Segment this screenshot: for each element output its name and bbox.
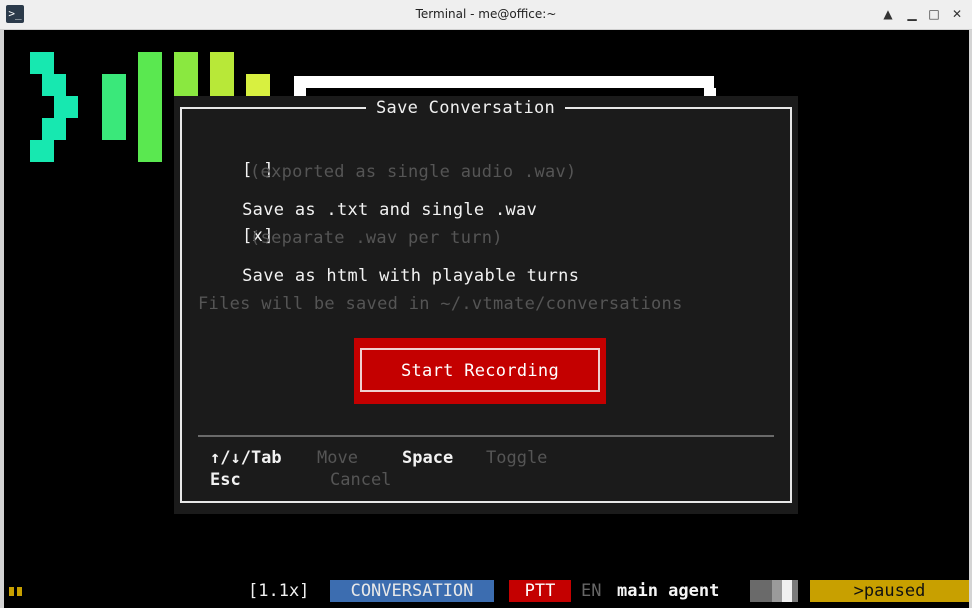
option-html-turns-hint: (separate .wav per turn) [250, 228, 503, 248]
minimize-button[interactable]: ▁ [904, 6, 920, 22]
window-titlebar[interactable]: >_ Terminal - me@office:~ ▲ ▁ □ ✕ [0, 0, 972, 30]
shortcut-cancel-action: Cancel [330, 470, 392, 490]
option-html-turns-label: Save as html with playable turns [242, 266, 580, 286]
ptt-badge[interactable]: PTT [509, 580, 571, 602]
shortcut-toggle-key: Space [402, 448, 454, 468]
activity-indicator-icon-2 [17, 587, 22, 596]
agent-name[interactable]: main agent [617, 580, 719, 602]
terminal-area[interactable]: Save Conversation [ ] Save as .txt and s… [4, 30, 969, 608]
shortcut-move-action: Move [317, 448, 358, 468]
dialog-title: Save Conversation [366, 96, 566, 120]
activity-indicator-icon [9, 587, 14, 596]
shortcut-toggle-action: Toggle [486, 448, 548, 468]
language-indicator[interactable]: EN [581, 580, 601, 602]
keep-above-button[interactable]: ▲ [880, 6, 896, 22]
speed-indicator[interactable]: [1.1x] [248, 580, 309, 602]
save-path-note: Files will be saved in ~/.vtmate/convers… [198, 294, 683, 314]
option-txt-wav-hint: (exported as single audio .wav) [250, 162, 577, 182]
shortcut-cancel-key: Esc [210, 470, 241, 490]
start-recording-button[interactable]: Start Recording [354, 338, 606, 404]
shortcut-move-key: ↑/↓/Tab [210, 448, 282, 468]
option-html-turns[interactable]: [x] Save as html with playable turns [200, 206, 579, 306]
dialog-divider [198, 435, 774, 437]
start-recording-label: Start Recording [400, 361, 560, 381]
mode-badge[interactable]: CONVERSATION [330, 580, 494, 602]
state-badge[interactable]: >paused [810, 580, 969, 602]
start-recording-focus-ring: Start Recording [360, 348, 600, 392]
close-button[interactable]: ✕ [949, 6, 965, 22]
maximize-button[interactable]: □ [926, 6, 942, 22]
window-title: Terminal - me@office:~ [415, 7, 557, 21]
